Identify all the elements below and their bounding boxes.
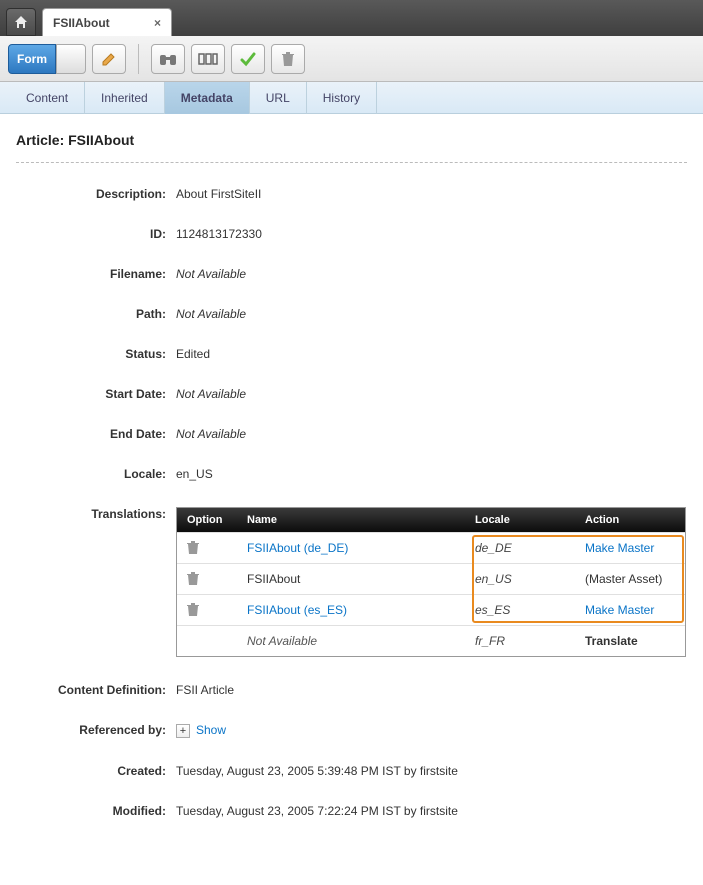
tab-url[interactable]: URL — [250, 82, 307, 114]
value-locale: en_US — [176, 467, 687, 481]
delete-button[interactable] — [271, 44, 305, 74]
label-path: Path: — [16, 307, 176, 321]
translations-table: Option Name Locale Action FSIIAbout (de_… — [176, 507, 686, 657]
devices-icon — [198, 51, 218, 67]
label-translations: Translations: — [16, 507, 176, 657]
table-row: Not Available fr_FR Translate — [177, 626, 685, 657]
label-filename: Filename: — [16, 267, 176, 281]
divider — [16, 162, 687, 163]
translation-name: Not Available — [247, 634, 317, 648]
tab-history[interactable]: History — [307, 82, 377, 114]
tab-content[interactable]: Content — [10, 82, 85, 114]
translation-name[interactable]: FSIIAbout (de_DE) — [247, 541, 348, 555]
th-name: Name — [237, 508, 465, 533]
translation-locale: es_ES — [465, 595, 575, 626]
trash-icon[interactable] — [187, 572, 227, 586]
translation-locale: en_US — [465, 564, 575, 595]
document-tab[interactable]: FSIIAbout × — [42, 8, 172, 36]
trash-icon — [281, 51, 295, 67]
label-content-definition: Content Definition: — [16, 683, 176, 697]
form-button[interactable]: Form — [8, 44, 56, 74]
translation-action[interactable]: Make Master — [585, 541, 654, 555]
home-button[interactable] — [6, 8, 36, 36]
label-modified: Modified: — [16, 804, 176, 818]
label-end-date: End Date: — [16, 427, 176, 441]
tab-metadata[interactable]: Metadata — [165, 82, 250, 114]
th-locale: Locale — [465, 508, 575, 533]
value-created: Tuesday, August 23, 2005 5:39:48 PM IST … — [176, 764, 687, 778]
trash-icon[interactable] — [187, 541, 227, 555]
translation-name[interactable]: FSIIAbout (es_ES) — [247, 603, 347, 617]
label-created: Created: — [16, 764, 176, 778]
table-row: FSIIAbout (de_DE) de_DE Make Master — [177, 533, 685, 564]
preview-button[interactable] — [151, 44, 185, 74]
translation-locale: fr_FR — [465, 626, 575, 657]
approve-button[interactable] — [231, 44, 265, 74]
th-action: Action — [575, 508, 685, 533]
value-end-date: Not Available — [176, 427, 687, 441]
title-bar: FSIIAbout × — [0, 0, 703, 36]
value-path: Not Available — [176, 307, 687, 321]
label-locale: Locale: — [16, 467, 176, 481]
expand-button[interactable]: + — [176, 724, 190, 738]
tab-title: FSIIAbout — [53, 16, 110, 30]
value-start-date: Not Available — [176, 387, 687, 401]
value-id: 1124813172330 — [176, 227, 687, 241]
page-title: Article: FSIIAbout — [16, 132, 687, 148]
sub-nav: Content Inherited Metadata URL History — [0, 82, 703, 114]
translation-name: FSIIAbout — [247, 572, 300, 586]
value-status: Edited — [176, 347, 687, 361]
check-icon — [239, 51, 257, 67]
form-toggle[interactable]: Form — [8, 44, 86, 74]
toolbar: Form — [0, 36, 703, 82]
translation-locale: de_DE — [465, 533, 575, 564]
label-description: Description: — [16, 187, 176, 201]
pencil-icon — [101, 51, 117, 67]
toolbar-separator — [138, 44, 139, 74]
translation-action[interactable]: Make Master — [585, 603, 654, 617]
content-area: Article: FSIIAbout Description:About Fir… — [0, 114, 703, 836]
value-content-definition: FSII Article — [176, 683, 687, 697]
th-option: Option — [177, 508, 237, 533]
table-row: FSIIAbout (es_ES) es_ES Make Master — [177, 595, 685, 626]
value-modified: Tuesday, August 23, 2005 7:22:24 PM IST … — [176, 804, 687, 818]
edit-button[interactable] — [92, 44, 126, 74]
translation-action[interactable]: Translate — [585, 634, 638, 648]
close-icon[interactable]: × — [154, 16, 161, 30]
table-row: FSIIAbout en_US (Master Asset) — [177, 564, 685, 595]
translation-action: (Master Asset) — [585, 572, 662, 586]
label-start-date: Start Date: — [16, 387, 176, 401]
tab-inherited[interactable]: Inherited — [85, 82, 165, 114]
label-referenced-by: Referenced by: — [16, 723, 176, 738]
home-icon — [13, 14, 29, 30]
value-description: About FirstSiteII — [176, 187, 687, 201]
binoculars-icon — [159, 51, 177, 67]
show-link[interactable]: Show — [196, 723, 226, 737]
label-status: Status: — [16, 347, 176, 361]
value-filename: Not Available — [176, 267, 687, 281]
trash-icon[interactable] — [187, 603, 227, 617]
label-id: ID: — [16, 227, 176, 241]
form-toggle-alt[interactable] — [56, 44, 86, 74]
compare-button[interactable] — [191, 44, 225, 74]
